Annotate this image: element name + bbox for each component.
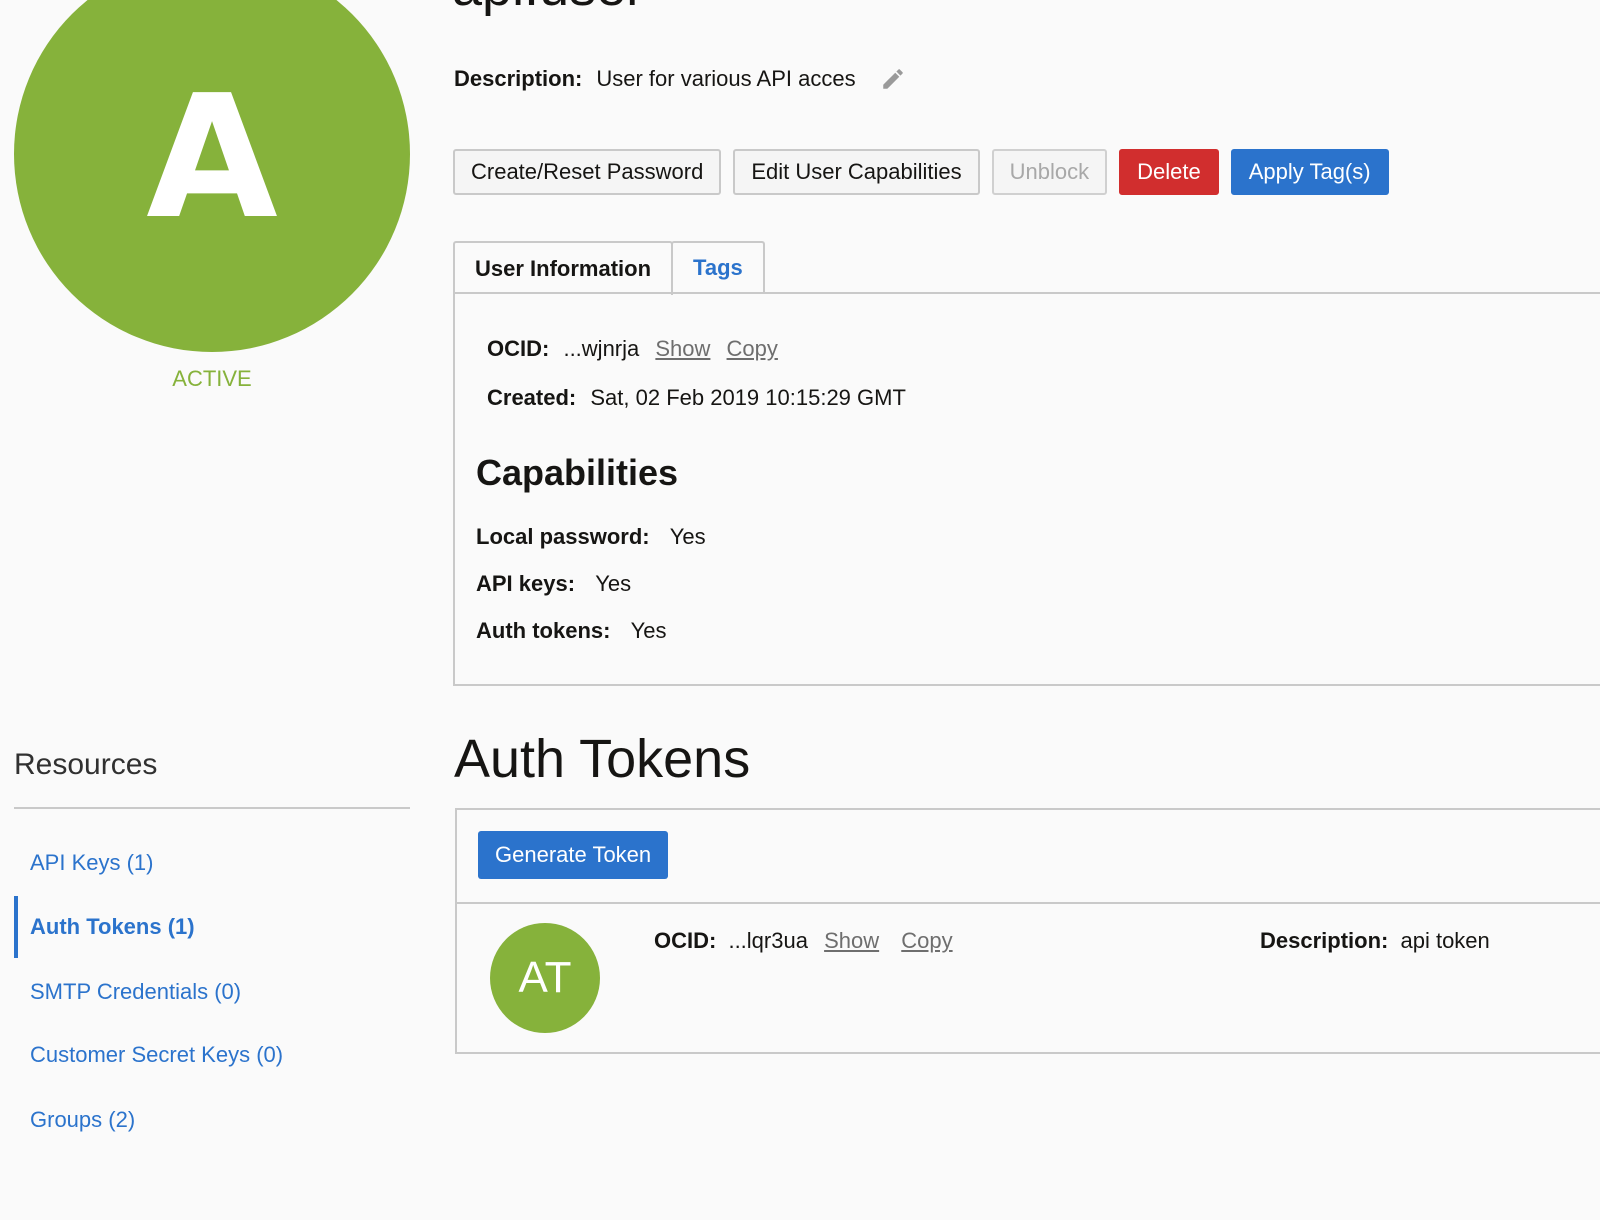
capability-row: Auth tokens: Yes [476, 618, 666, 644]
resources-heading: Resources [14, 748, 158, 781]
capability-value: Yes [669, 524, 706, 549]
token-description-row: Description: api token [1260, 928, 1490, 954]
token-copy-link[interactable]: Copy [901, 928, 952, 953]
page-title: api.user [452, 0, 644, 18]
create-reset-password-button[interactable]: Create/Reset Password [453, 149, 722, 195]
created-label: Created: [487, 385, 577, 410]
description-value: User for various API acces [596, 66, 856, 91]
token-ocid-value: ...lqr3ua [728, 928, 808, 953]
resources-divider [14, 807, 410, 809]
unblock-button: Unblock [991, 149, 1108, 195]
token-show-link[interactable]: Show [824, 928, 879, 953]
generate-token-button[interactable]: Generate Token [478, 831, 669, 879]
sidebar-item-customer-secret-keys[interactable]: Customer Secret Keys (0) [30, 1042, 283, 1068]
ocid-row: OCID: ...wjnrja Show Copy [487, 336, 778, 362]
edit-user-capabilities-button[interactable]: Edit User Capabilities [733, 149, 980, 195]
status-label: ACTIVE [172, 366, 252, 391]
sidebar-item-auth-tokens[interactable]: Auth Tokens (1) [30, 914, 195, 940]
ocid-copy-link[interactable]: Copy [727, 336, 778, 361]
capability-row: API keys: Yes [476, 571, 631, 597]
delete-button[interactable]: Delete [1119, 149, 1219, 195]
user-avatar: A [14, 0, 410, 352]
auth-tokens-heading: Auth Tokens [454, 729, 751, 789]
created-row: Created: Sat, 02 Feb 2019 10:15:29 GMT [487, 385, 906, 411]
tab-tags[interactable]: Tags [671, 241, 765, 293]
capability-value: Yes [595, 571, 632, 596]
pencil-icon[interactable] [880, 66, 906, 92]
ocid-label: OCID: [487, 336, 550, 361]
description-row: Description: User for various API acces [454, 66, 906, 92]
token-avatar: AT [490, 923, 600, 1033]
capability-value: Yes [630, 618, 667, 643]
token-description-value: api token [1400, 928, 1490, 953]
created-value: Sat, 02 Feb 2019 10:15:29 GMT [590, 385, 906, 410]
description-label: Description: [454, 66, 583, 91]
ocid-value: ...wjnrja [563, 336, 640, 361]
apply-tags-button[interactable]: Apply Tag(s) [1230, 149, 1389, 195]
token-ocid-row: OCID: ...lqr3ua Show Copy [654, 928, 953, 954]
active-indicator [14, 896, 18, 958]
sidebar-item-api-keys[interactable]: API Keys (1) [30, 850, 153, 876]
tab-bar: User Information Tags [453, 241, 765, 295]
ocid-show-link[interactable]: Show [655, 336, 710, 361]
avatar-letter: A [146, 59, 278, 257]
sidebar-item-smtp-credentials[interactable]: SMTP Credentials (0) [30, 979, 241, 1005]
tab-user-information[interactable]: User Information [453, 241, 674, 295]
token-description-label: Description: [1260, 928, 1389, 953]
capability-label: API keys: [476, 571, 576, 596]
capabilities-heading: Capabilities [476, 452, 679, 493]
capability-label: Auth tokens: [476, 618, 611, 643]
capability-row: Local password: Yes [476, 524, 706, 550]
capability-label: Local password: [476, 524, 650, 549]
tokens-divider [457, 902, 1600, 904]
user-information-panel: OCID: ...wjnrja Show Copy Created: Sat, … [453, 292, 1600, 686]
auth-tokens-panel: Generate Token AT OCID: ...lqr3ua Show C… [455, 808, 1600, 1054]
token-ocid-label: OCID: [654, 928, 717, 953]
sidebar-item-groups[interactable]: Groups (2) [30, 1107, 135, 1133]
action-toolbar: Create/Reset Password Edit User Capabili… [453, 149, 1389, 195]
